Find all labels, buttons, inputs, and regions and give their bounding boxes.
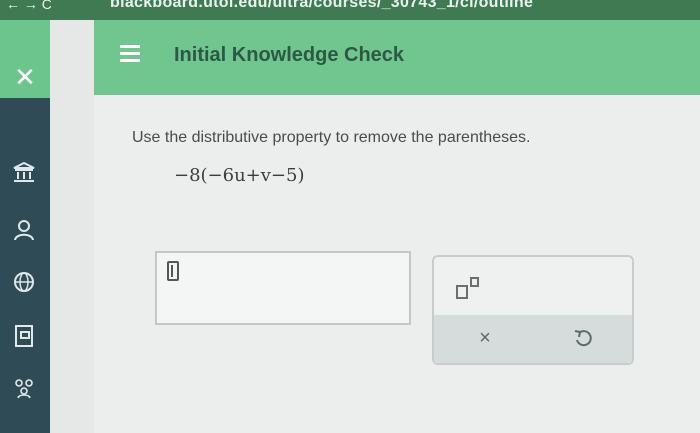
question-expression: −8(−6u+v−5) bbox=[174, 165, 305, 186]
undo-icon[interactable] bbox=[568, 323, 598, 353]
keypad-actions: × bbox=[434, 315, 632, 363]
left-gutter bbox=[50, 20, 94, 433]
close-icon[interactable]: ✕ bbox=[8, 62, 42, 92]
clear-button[interactable]: × bbox=[470, 323, 500, 353]
page-header: Initial Knowledge Check bbox=[94, 20, 700, 95]
exponent-icon[interactable] bbox=[452, 275, 492, 309]
browser-url[interactable]: blackboard.utol.edu/ultra/courses/_30743… bbox=[110, 0, 533, 14]
globe-icon[interactable] bbox=[8, 266, 40, 298]
courses-icon[interactable] bbox=[8, 320, 40, 352]
question-prompt: Use the distributive property to remove … bbox=[132, 129, 531, 146]
groups-icon[interactable] bbox=[8, 372, 40, 404]
browser-strip: ← → C blackboard.utol.edu/ultra/courses/… bbox=[0, 0, 700, 20]
institution-icon[interactable] bbox=[8, 156, 40, 188]
math-keypad: × bbox=[432, 255, 634, 365]
app-rail: ✕ bbox=[0, 20, 50, 433]
profile-icon[interactable] bbox=[8, 214, 40, 246]
answer-input[interactable] bbox=[155, 251, 411, 325]
page-title: Initial Knowledge Check bbox=[174, 44, 405, 66]
question-content: Use the distributive property to remove … bbox=[94, 95, 700, 433]
browser-nav[interactable]: ← → C bbox=[6, 0, 96, 20]
input-cursor-icon bbox=[167, 261, 179, 281]
hamburger-menu-icon[interactable] bbox=[120, 45, 140, 63]
